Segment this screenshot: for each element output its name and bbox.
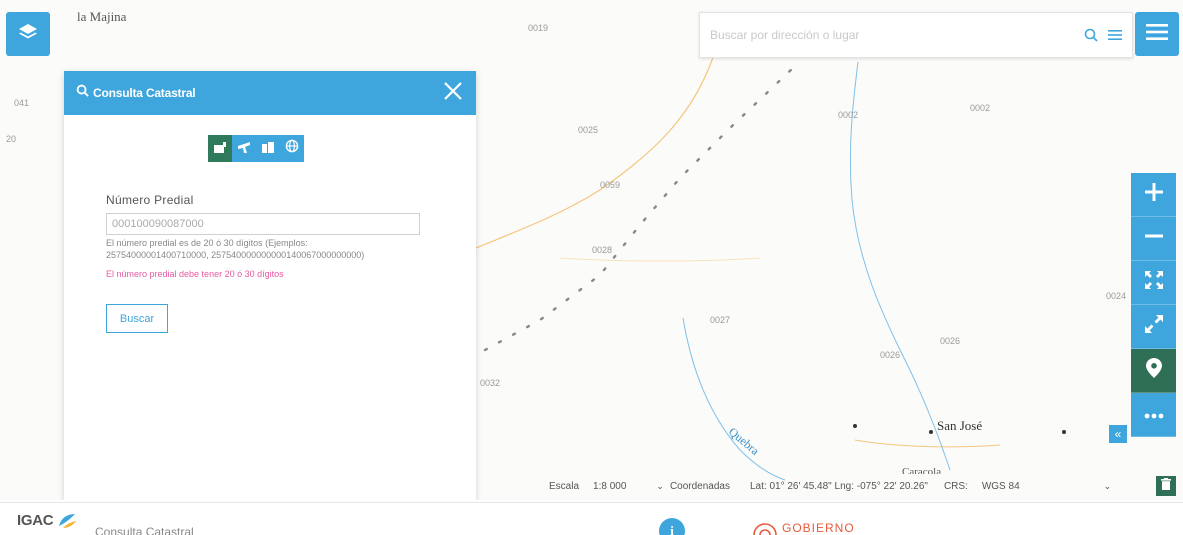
fullscreen-button[interactable] [1131, 305, 1176, 349]
trash-icon [1161, 477, 1171, 495]
parcel-label: 0026 [880, 350, 901, 360]
parcel-label: 0002 [970, 103, 991, 113]
chevron-down-icon[interactable]: ⌄ [1104, 481, 1112, 492]
tab-predio[interactable] [208, 135, 232, 162]
globe-icon [285, 139, 299, 158]
validation-error: El número predial debe tener 20 ó 30 díg… [106, 269, 284, 279]
parcel-label: 0002 [838, 110, 859, 120]
minus-icon [1144, 226, 1164, 251]
place-dot [929, 430, 933, 434]
panel-title: Consulta Catastral [93, 86, 196, 100]
search-input[interactable] [710, 28, 1074, 42]
search-mode-tabs [208, 135, 304, 162]
search-icon[interactable] [1084, 28, 1098, 42]
building-icon [261, 140, 275, 158]
chevron-down-icon[interactable]: ⌄ [656, 481, 664, 492]
panel-header: Consulta Catastral [64, 71, 476, 115]
layers-button[interactable] [6, 12, 50, 56]
tab-coordenadas[interactable] [280, 135, 304, 162]
numero-predial-hint: El número predial es de 20 ó 30 dígitos … [106, 238, 365, 260]
hamburger-menu-icon [1146, 23, 1168, 46]
parcel-label: 0059 [600, 180, 621, 190]
parcel-label: 0032 [480, 378, 501, 388]
map-toolbar [1131, 173, 1176, 437]
zoom-out-button[interactable] [1131, 217, 1176, 261]
parcel-label: 0026 [940, 336, 961, 346]
lat-lng-readout: Lat: 01° 26' 45.48" Lng: -075° 22' 20.26… [749, 480, 928, 492]
close-icon [443, 81, 463, 106]
location-pin-icon [1145, 358, 1162, 383]
main-menu-button[interactable] [1135, 12, 1179, 56]
parcel-label: 0019 [528, 23, 549, 33]
info-icon: i [670, 523, 674, 535]
scale-label: Escala [549, 480, 580, 492]
plus-icon [1144, 182, 1164, 207]
gobierno-logo-icon [753, 523, 777, 535]
parcel-label: 0028 [592, 245, 613, 255]
place-label-lower: Caracola [902, 466, 942, 474]
list-icon[interactable] [1108, 29, 1122, 41]
place-label-top: la Majina [77, 9, 127, 24]
parcel-icon [213, 140, 227, 158]
crs-value: WGS 84 [981, 480, 1020, 492]
igac-logo: IGAC [17, 512, 77, 530]
fit-extent-button[interactable] [1131, 261, 1176, 305]
parcel-label: 0025 [578, 125, 599, 135]
fit-extent-icon [1144, 270, 1164, 295]
more-dots-icon [1144, 406, 1164, 424]
numero-predial-label: Número Predial [106, 193, 194, 207]
tab-direccion[interactable] [232, 135, 256, 162]
numero-predial-input[interactable] [106, 213, 420, 235]
gobierno-logo: GOBIERNO [752, 521, 855, 535]
parcel-label: 0027 [710, 315, 731, 325]
crs-label: CRS: [943, 480, 968, 492]
igac-logo-text: IGAC [17, 512, 54, 529]
parcel-label: 20 [6, 134, 17, 144]
parcel-label: 0024 [1106, 291, 1127, 301]
expand-icon [1144, 314, 1164, 339]
buscar-button[interactable]: Buscar [106, 304, 168, 333]
consulta-catastral-panel: Consulta Catastral Número Predial El núm… [64, 71, 476, 500]
place-dot [853, 424, 857, 428]
scale-value[interactable]: 1:8 000 [593, 481, 626, 492]
map-status-bar: Escala 1:8 000 ⌄ Coordenadas Lat: 01° 26… [476, 477, 1176, 495]
parcel-label: 041 [14, 98, 30, 108]
road-icon [237, 140, 251, 158]
more-tools-button[interactable] [1131, 393, 1176, 437]
layers-icon [18, 23, 38, 46]
place-label-san-jose: San José [937, 418, 983, 433]
gobierno-text: GOBIERNO [782, 521, 855, 535]
double-chevron-left-icon: « [1114, 427, 1122, 441]
place-dot [1062, 430, 1066, 434]
zoom-in-button[interactable] [1131, 173, 1176, 217]
search-icon [76, 84, 89, 102]
tab-matricula[interactable] [256, 135, 280, 162]
coordinates-label[interactable]: Coordenadas [670, 481, 730, 492]
close-button[interactable] [442, 81, 464, 106]
location-button[interactable] [1131, 349, 1176, 393]
collapse-panel-button[interactable]: « [1109, 425, 1127, 443]
delete-button[interactable] [1156, 476, 1176, 496]
search-bar [699, 12, 1133, 58]
footer-app-title: Consulta Catastral [95, 525, 194, 535]
igac-logo-icon [59, 514, 77, 528]
footer-divider [0, 502, 1183, 503]
